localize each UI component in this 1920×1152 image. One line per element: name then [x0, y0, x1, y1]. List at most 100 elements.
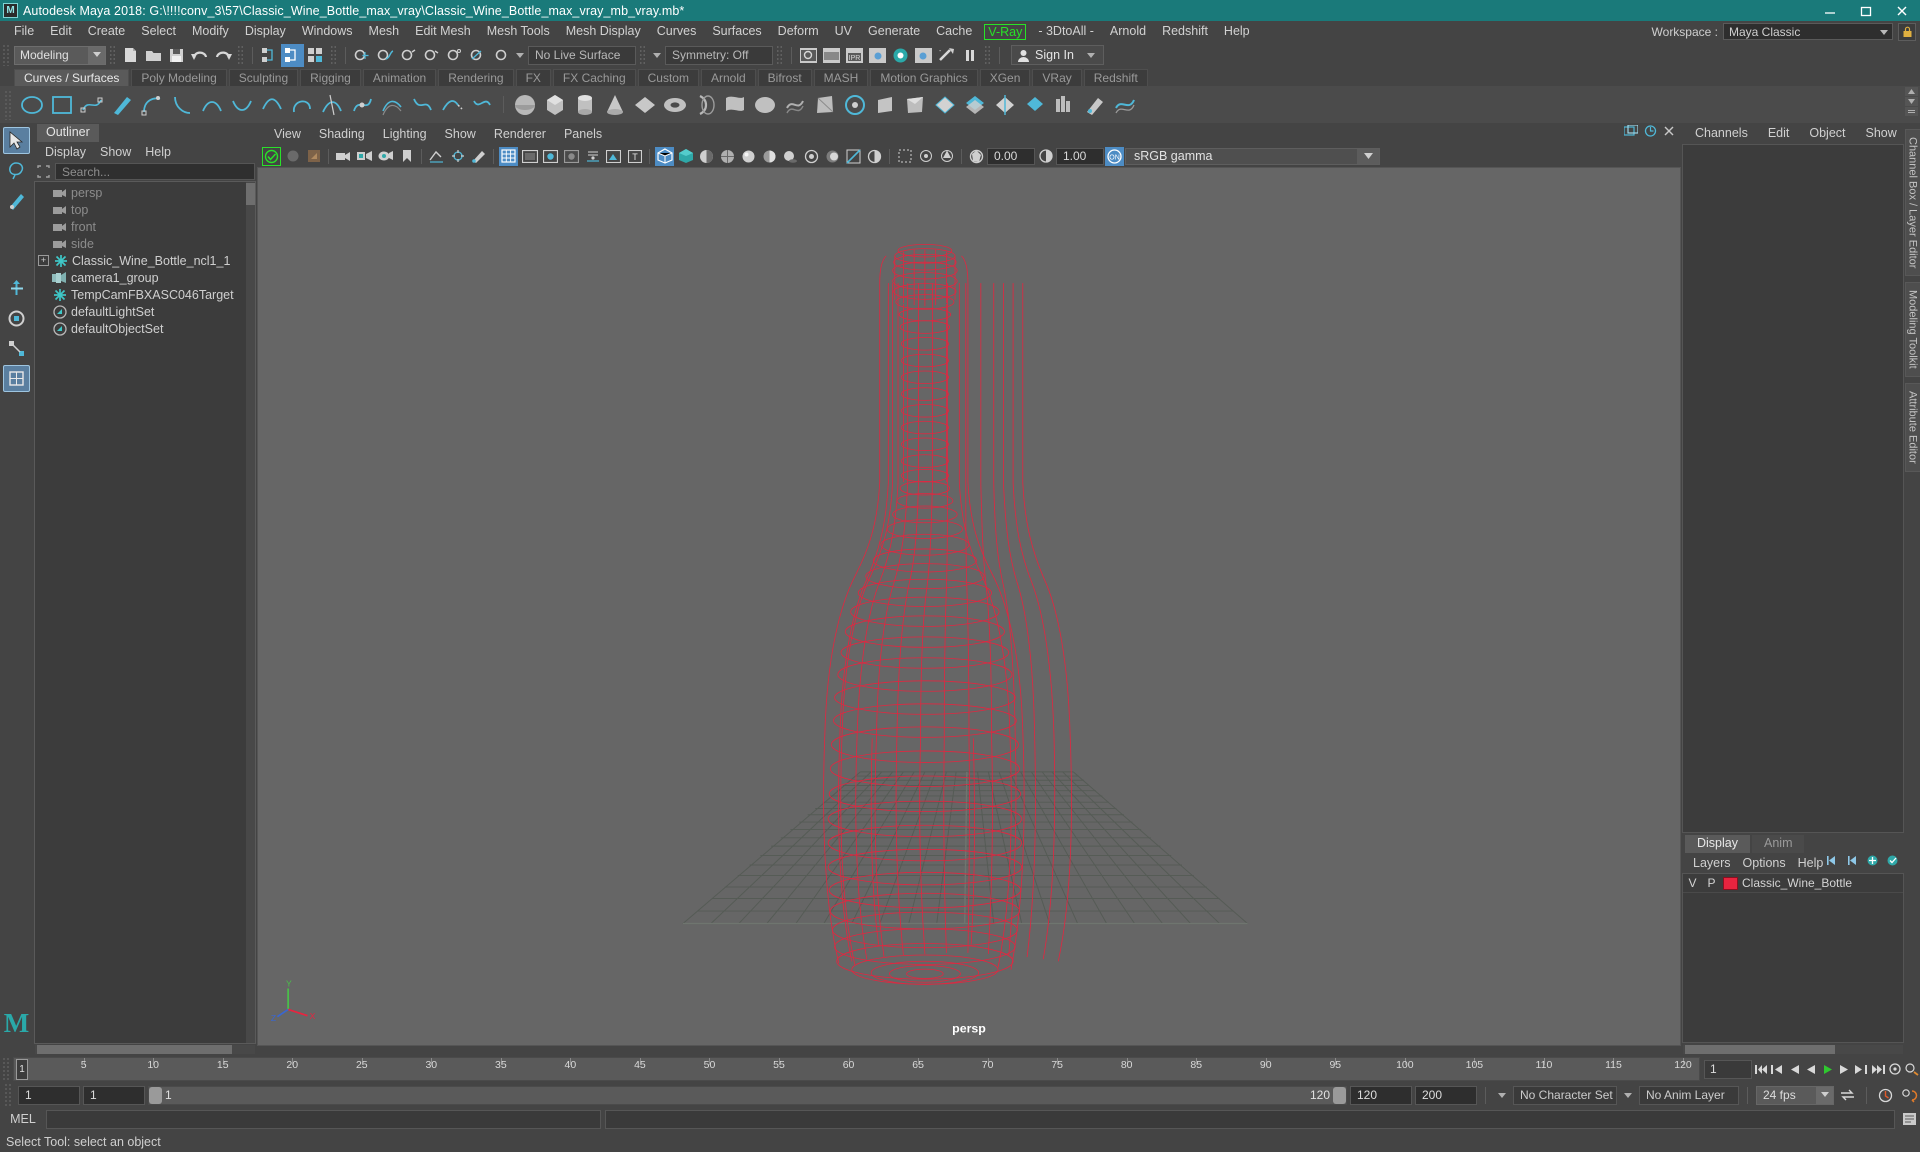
shelf-tab-bifrost[interactable]: Bifrost: [757, 69, 812, 86]
menu-edit-mesh[interactable]: Edit Mesh: [407, 21, 479, 42]
save-scene-button[interactable]: [165, 44, 188, 67]
shelf-tab-redshift[interactable]: Redshift: [1083, 69, 1148, 86]
menu-mesh-tools[interactable]: Mesh Tools: [479, 21, 558, 42]
scrollbar-thumb[interactable]: [246, 183, 255, 205]
menu-file[interactable]: File: [6, 21, 42, 42]
lock-camera-button[interactable]: [283, 147, 302, 166]
layer-menu-layers[interactable]: Layers: [1687, 856, 1737, 870]
shelf-tab-custom[interactable]: Custom: [637, 69, 699, 86]
snap-to-view-plane-button[interactable]: [443, 44, 466, 67]
birail-button[interactable]: [810, 89, 840, 121]
command-input[interactable]: [46, 1109, 601, 1129]
maximize-button[interactable]: [1848, 0, 1884, 21]
expand-toggle-icon[interactable]: +: [38, 255, 49, 266]
shelf-tab-rendering[interactable]: Rendering: [438, 69, 514, 86]
detach-curves-button[interactable]: [227, 89, 257, 121]
outliner-horizontal-scrollbar[interactable]: [33, 1044, 257, 1055]
shelf-tab-fx[interactable]: FX: [515, 69, 551, 86]
menu-mesh[interactable]: Mesh: [361, 21, 408, 42]
sphere-primitive-button[interactable]: [510, 89, 540, 121]
channel-box-menu-show[interactable]: Show: [1856, 126, 1907, 140]
cv-curve-tool-button[interactable]: [77, 89, 107, 121]
menu-create[interactable]: Create: [80, 21, 134, 42]
xray-joints-button[interactable]: [583, 147, 602, 166]
rebuild-surfaces-button[interactable]: [1110, 89, 1140, 121]
render-settings-button[interactable]: [866, 44, 889, 67]
hypershade-button[interactable]: [889, 44, 912, 67]
outliner-item-top[interactable]: top: [35, 201, 255, 218]
layer-tab-display[interactable]: Display: [1685, 835, 1750, 853]
menu-modify[interactable]: Modify: [184, 21, 237, 42]
outliner-tree[interactable]: persp top front side + Classic_Wine_Bott…: [34, 181, 256, 1044]
shelf-tab-curves-surfaces[interactable]: Curves / Surfaces: [14, 69, 130, 86]
revolve-button[interactable]: [690, 89, 720, 121]
layer-color-swatch[interactable]: [1723, 876, 1738, 890]
time-slider-gripper[interactable]: [2, 1057, 11, 1081]
step-back-key-button[interactable]: [1770, 1059, 1786, 1080]
range-end-handle[interactable]: [1333, 1086, 1346, 1104]
time-slider[interactable]: 1 5 10 15 20 25 30 35 40 45 50 55 60 65 70 75 80 85 90 95 1…: [13, 1057, 1700, 1081]
outliner-vertical-scrollbar[interactable]: [246, 182, 255, 1043]
scrollbar-thumb[interactable]: [37, 1045, 232, 1054]
auto-keyframe-toggle[interactable]: [1875, 1085, 1896, 1106]
menu-mesh-display[interactable]: Mesh Display: [558, 21, 649, 42]
layer-playback-toggle[interactable]: P: [1702, 876, 1721, 890]
chevron-down-icon[interactable]: [1498, 1092, 1506, 1098]
torus-primitive-button[interactable]: [660, 89, 690, 121]
outliner-menu-display[interactable]: Display: [39, 145, 92, 159]
undo-button[interactable]: [188, 44, 211, 67]
make-live-button[interactable]: [489, 44, 512, 67]
select-by-hierarchy-button[interactable]: [258, 44, 281, 67]
step-forward-key-button[interactable]: [1854, 1059, 1870, 1080]
mel-label[interactable]: MEL: [4, 1112, 42, 1126]
grid-display-button[interactable]: [427, 147, 446, 166]
layer-prev-icon[interactable]: [1846, 854, 1859, 870]
statusline-gripper[interactable]: [2, 44, 11, 66]
menu-windows[interactable]: Windows: [294, 21, 361, 42]
snap-to-point-button[interactable]: [397, 44, 420, 67]
color-management-toggle[interactable]: ON: [1105, 146, 1124, 166]
camera-icon-button[interactable]: [334, 147, 353, 166]
trim-tool-button[interactable]: [990, 89, 1020, 121]
shelf-scroll-down-button[interactable]: [1905, 97, 1918, 106]
script-editor-button[interactable]: [1899, 1109, 1920, 1130]
tab-attribute-editor[interactable]: Attribute Editor: [1904, 383, 1920, 472]
paint-select-tool-button[interactable]: [3, 187, 30, 214]
go-to-end-button[interactable]: [1870, 1059, 1886, 1080]
shelf-scroll-controls[interactable]: [1905, 87, 1918, 116]
cut-curve-button[interactable]: [317, 89, 347, 121]
insert-knot-button[interactable]: [347, 89, 377, 121]
xray-button[interactable]: [604, 147, 623, 166]
shelf-gripper[interactable]: [4, 89, 13, 120]
menu-arnold[interactable]: Arnold: [1102, 21, 1154, 42]
boundary-button[interactable]: [840, 89, 870, 121]
snap-to-uv-button[interactable]: [466, 44, 489, 67]
render-current-frame-button[interactable]: [797, 44, 820, 67]
character-set-selector[interactable]: No Character Set: [1513, 1085, 1617, 1105]
cube-primitive-button[interactable]: [540, 89, 570, 121]
animation-preferences-gear-button[interactable]: [1899, 1085, 1920, 1106]
camera-attributes-button[interactable]: [304, 147, 323, 166]
move-tool-button[interactable]: [3, 275, 30, 302]
show-grid-button[interactable]: [499, 146, 518, 166]
menu-select[interactable]: Select: [133, 21, 184, 42]
rotate-tool-button[interactable]: [3, 305, 30, 332]
depth-peeling-button[interactable]: [865, 147, 884, 166]
snap-to-projected-center-button[interactable]: [420, 44, 443, 67]
planar-button[interactable]: [750, 89, 780, 121]
extrude-button[interactable]: [780, 89, 810, 121]
select-by-component-button[interactable]: [304, 44, 327, 67]
live-surface-field[interactable]: No Live Surface: [528, 45, 636, 65]
scrollbar-thumb[interactable]: [1685, 1045, 1835, 1054]
animation-start-time-field[interactable]: 1: [18, 1085, 80, 1105]
motion-blur-button[interactable]: [823, 147, 842, 166]
current-frame-field[interactable]: 1: [1704, 1059, 1753, 1079]
curve-editing-button[interactable]: [167, 89, 197, 121]
outliner-item-side[interactable]: side: [35, 235, 255, 252]
symmetry-field[interactable]: Symmetry: Off: [665, 45, 773, 65]
sign-in-button[interactable]: Sign In: [1011, 45, 1104, 65]
align-curves-button[interactable]: [257, 89, 287, 121]
outliner-item-default-light-set[interactable]: defaultLightSet: [35, 303, 255, 320]
layer-list-scrollbar[interactable]: [1681, 1044, 1905, 1055]
playback-start-time-field[interactable]: 1: [83, 1085, 145, 1105]
